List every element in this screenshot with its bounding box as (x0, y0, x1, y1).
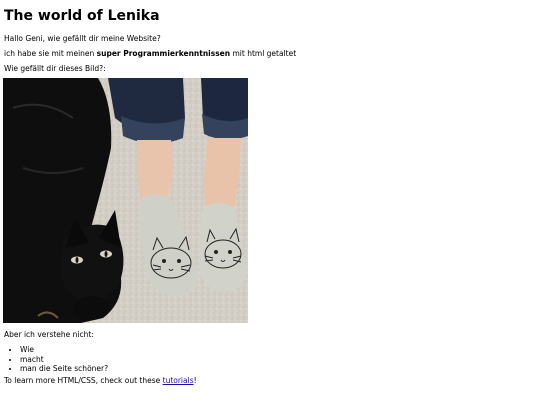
page: The world of Lenika Hallo Geni, wie gefä… (0, 0, 540, 405)
list-item: man die Seite schöner? (20, 364, 108, 374)
intro-after: mit html getaltet (230, 49, 297, 58)
footer-text: To learn more HTML/CSS, check out these … (4, 376, 197, 386)
greeting-text: Hallo Geni, wie gefällt dir meine Websit… (4, 34, 161, 43)
question-list: Wie macht man die Seite schöner? (8, 345, 108, 374)
list-item: Wie (20, 345, 108, 355)
question-text: Wie gefällt dir dieses Bild?: (4, 64, 106, 73)
list-item: macht (20, 355, 108, 365)
footer-after: ! (193, 376, 197, 385)
tutorials-link[interactable]: tutorials (163, 376, 194, 385)
intro-before: ich habe sie mit meinen (4, 49, 97, 58)
page-title: The world of Lenika (4, 8, 160, 24)
not-understand-text: Aber ich verstehe nicht: (4, 330, 94, 339)
footer-before: To learn more HTML/CSS, check out these (4, 376, 163, 385)
cat-photo (3, 78, 248, 323)
intro-text: ich habe sie mit meinen super Programmie… (4, 49, 296, 59)
intro-bold: super Programmierkenntnissen (96, 49, 231, 58)
